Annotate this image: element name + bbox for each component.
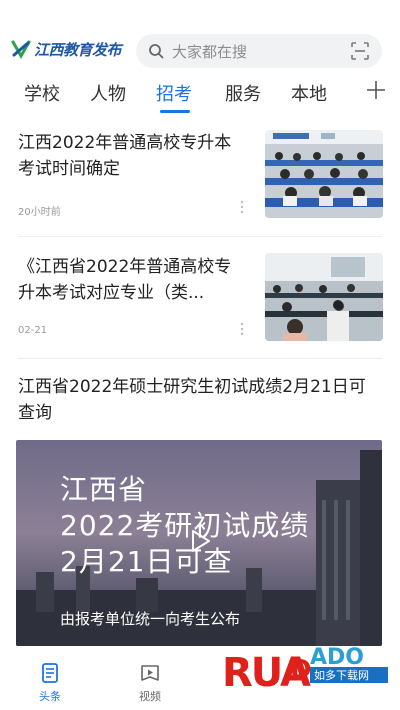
tab-people[interactable]: 人物 bbox=[90, 80, 126, 106]
nav-label: 视频 bbox=[139, 690, 161, 703]
video-player[interactable]: 江西省 2022考研初试成绩 2月21日可查 由报考单位统一向考生公布 bbox=[16, 440, 382, 646]
search-icon bbox=[149, 44, 164, 59]
svg-text:ADO: ADO bbox=[310, 645, 364, 670]
divider bbox=[18, 236, 382, 237]
app-logo[interactable]: 江西教育发布 bbox=[10, 38, 122, 60]
scan-icon[interactable] bbox=[350, 41, 370, 61]
headline-icon bbox=[42, 663, 58, 683]
active-tab-indicator bbox=[160, 110, 190, 113]
logo-text: 江西教育发布 bbox=[34, 40, 122, 59]
plus-icon[interactable] bbox=[364, 78, 388, 102]
article-time: 02-21 bbox=[18, 325, 48, 336]
category-tabs: 学校 人物 招考 服务 本地 bbox=[0, 72, 400, 116]
article-thumbnail[interactable] bbox=[265, 253, 383, 341]
tab-local[interactable]: 本地 bbox=[291, 80, 327, 106]
play-icon[interactable] bbox=[190, 528, 212, 554]
more-icon[interactable] bbox=[238, 322, 246, 336]
tab-exams[interactable]: 招考 bbox=[156, 80, 192, 106]
more-icon[interactable] bbox=[238, 200, 246, 214]
featured-title[interactable]: 江西省2022年硕士研究生初试成绩2月21日可查询 bbox=[18, 374, 382, 426]
svg-text:D: D bbox=[290, 655, 312, 685]
article-title[interactable]: 《江西省2022年普通高校专升本考试对应专业（类... bbox=[18, 254, 240, 306]
search-placeholder: 大家都在搜 bbox=[172, 42, 248, 61]
video-caption-line2: 2022考研初试成绩 bbox=[60, 509, 310, 542]
divider bbox=[18, 358, 382, 359]
logo-mark-icon bbox=[11, 40, 31, 60]
article-time: 20小时前 bbox=[18, 207, 61, 218]
video-subtitle: 由报考单位统一向考生公布 bbox=[60, 610, 241, 628]
tab-school[interactable]: 学校 bbox=[24, 80, 60, 106]
article-thumbnail[interactable] bbox=[265, 130, 383, 218]
watermark-logo: RUA D ADO 如多下载网 bbox=[222, 645, 388, 696]
tab-services[interactable]: 服务 bbox=[225, 80, 261, 106]
svg-text:如多下载网: 如多下载网 bbox=[314, 668, 369, 682]
article-title[interactable]: 江西2022年普通高校专升本考试时间确定 bbox=[18, 130, 240, 182]
video-icon bbox=[141, 665, 159, 681]
nav-headlines[interactable]: 头条 bbox=[20, 662, 80, 704]
nav-video[interactable]: 视频 bbox=[120, 662, 180, 704]
app-header: 江西教育发布 大家都在搜 bbox=[0, 0, 400, 72]
search-bar[interactable]: 大家都在搜 bbox=[136, 34, 382, 68]
video-caption-line1: 江西省 bbox=[60, 473, 148, 506]
nav-label: 头条 bbox=[39, 690, 61, 703]
